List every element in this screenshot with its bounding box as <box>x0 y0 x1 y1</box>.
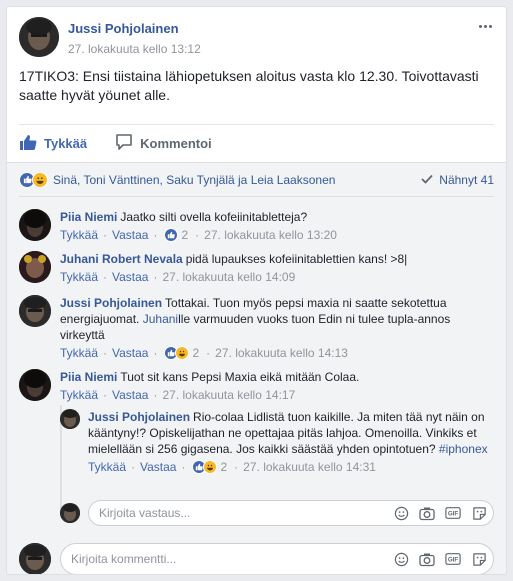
reaction-count: 2 <box>181 228 189 242</box>
camera-icon[interactable] <box>419 551 435 567</box>
haha-reaction-icon <box>203 460 218 474</box>
gif-icon[interactable]: GIF <box>445 505 461 521</box>
reaction-count: 2 <box>220 460 228 474</box>
comment-time[interactable]: 27. lokakuuta kello 13:20 <box>204 227 337 243</box>
comment: Piia Niemi Tuot sit kans Pepsi Maxia eikä… <box>19 369 494 403</box>
comment-author[interactable]: Juhani Robert Nevala <box>60 252 183 266</box>
reply-reply-button[interactable]: Vastaa <box>140 459 176 475</box>
reaction-count: 2 <box>192 346 200 360</box>
svg-text:GIF: GIF <box>448 557 459 564</box>
reply-author-avatar[interactable] <box>60 409 80 429</box>
reply-like-button[interactable]: Tykkää <box>88 459 126 475</box>
reaction-names[interactable]: Sinä, Toni Vänttinen, Saku Tynjälä ja Le… <box>53 173 335 187</box>
reactions-summary: Sinä, Toni Vänttinen, Saku Tynjälä ja Le… <box>19 163 494 197</box>
like-reaction-icon <box>164 228 179 242</box>
comment-reply-button[interactable]: Vastaa <box>112 387 148 403</box>
post-header: Jussi Pohjolainen 27. lokakuuta kello 13… <box>19 17 494 61</box>
comment-author[interactable]: Jussi Pohjolainen <box>60 296 162 310</box>
my-avatar <box>60 503 80 523</box>
commenter-avatar[interactable] <box>19 251 51 283</box>
comment-like-button[interactable]: Tykkää <box>60 269 98 285</box>
comment-reply-button[interactable]: Vastaa <box>112 227 148 243</box>
comment-text: Jaatko silti ovella kofeiinitabletteja? <box>120 210 308 224</box>
reply-input-row: GIF <box>60 500 494 526</box>
post-timestamp[interactable]: 27. lokakuuta kello 13:12 <box>68 42 201 56</box>
comment-time[interactable]: 27. lokakuuta kello 14:09 <box>162 269 295 285</box>
comment: Juhani Robert Nevala pidä lupaukses kofei… <box>19 251 494 285</box>
comment-like-button[interactable]: Tykkää <box>60 345 98 361</box>
reply-input[interactable] <box>99 506 393 520</box>
seen-by[interactable]: Nähnyt 41 <box>421 173 494 187</box>
thumbs-up-icon <box>19 133 37 154</box>
emoji-icon[interactable] <box>393 551 409 567</box>
comment-button[interactable]: Kommentoi <box>115 133 212 154</box>
reply-time[interactable]: 27. lokakuuta kello 14:31 <box>243 459 376 475</box>
comment: Piia Niemi Jaatko silti ovella kofeiinita… <box>19 209 494 243</box>
comment-input-row: GIF <box>19 543 494 574</box>
like-label: Tykkää <box>44 136 88 151</box>
speech-bubble-icon <box>115 133 133 154</box>
post-actions: Tykkää Kommentoi <box>19 124 494 162</box>
comment-reply-button[interactable]: Vastaa <box>112 269 148 285</box>
comments-area: Sinä, Toni Vänttinen, Saku Tynjälä ja Le… <box>7 162 506 574</box>
commenter-avatar[interactable] <box>19 295 51 327</box>
comment: Jussi Pohjolainen Tottakai. Tuon myös pep… <box>19 295 494 361</box>
comment-author[interactable]: Piia Niemi <box>60 210 117 224</box>
reaction-icons[interactable] <box>19 171 48 188</box>
checkmark-icon <box>421 173 433 187</box>
post-author[interactable]: Jussi Pohjolainen <box>68 21 179 36</box>
reply-author[interactable]: Jussi Pohjolainen <box>88 410 190 424</box>
reply-comment: Jussi Pohjolainen Rio-colaa Lidlistä tuon… <box>60 409 494 493</box>
haha-reaction-icon <box>175 346 190 360</box>
comment-input[interactable] <box>71 552 393 566</box>
comment-author[interactable]: Piia Niemi <box>60 370 117 384</box>
haha-reaction-icon <box>32 171 48 188</box>
comment-reactions[interactable]: 2 <box>164 345 199 361</box>
more-options-icon[interactable] <box>476 21 494 31</box>
svg-text:GIF: GIF <box>448 511 459 518</box>
comment-text: pidä lupaukses kofeiinitablettien kans! … <box>185 252 408 266</box>
reply-reactions[interactable]: 2 <box>192 459 227 475</box>
reply-hashtag[interactable]: #iphonex <box>439 442 488 456</box>
gif-icon[interactable]: GIF <box>445 551 461 567</box>
comment-mention[interactable]: Juhani <box>143 312 178 326</box>
author-avatar[interactable] <box>19 17 59 57</box>
comment-reply-button[interactable]: Vastaa <box>112 345 148 361</box>
emoji-icon[interactable] <box>393 505 409 521</box>
commenter-avatar[interactable] <box>19 209 51 241</box>
commenter-avatar[interactable] <box>19 369 51 401</box>
sticker-icon[interactable] <box>471 505 487 521</box>
like-button[interactable]: Tykkää <box>19 133 87 154</box>
camera-icon[interactable] <box>419 505 435 521</box>
reply-input-box: GIF <box>88 500 494 526</box>
my-avatar <box>19 543 51 574</box>
post-card: Jussi Pohjolainen 27. lokakuuta kello 13… <box>6 6 507 575</box>
sticker-icon[interactable] <box>471 551 487 567</box>
comment-reactions[interactable]: 2 <box>164 227 188 243</box>
comment-time[interactable]: 27. lokakuuta kello 14:13 <box>215 345 348 361</box>
comment-like-button[interactable]: Tykkää <box>60 227 98 243</box>
post-text: 17TIKO3: Ensi tiistaina lähiopetuksen al… <box>19 68 479 103</box>
comment-like-button[interactable]: Tykkää <box>60 387 98 403</box>
comment-input-box: GIF <box>60 543 494 574</box>
seen-count: Nähnyt 41 <box>439 172 494 187</box>
comment-text: Tuot sit kans Pepsi Maxia eikä mitään Co… <box>120 370 360 384</box>
comment-label: Kommentoi <box>140 136 212 151</box>
comment-time[interactable]: 27. lokakuuta kello 14:17 <box>162 387 295 403</box>
